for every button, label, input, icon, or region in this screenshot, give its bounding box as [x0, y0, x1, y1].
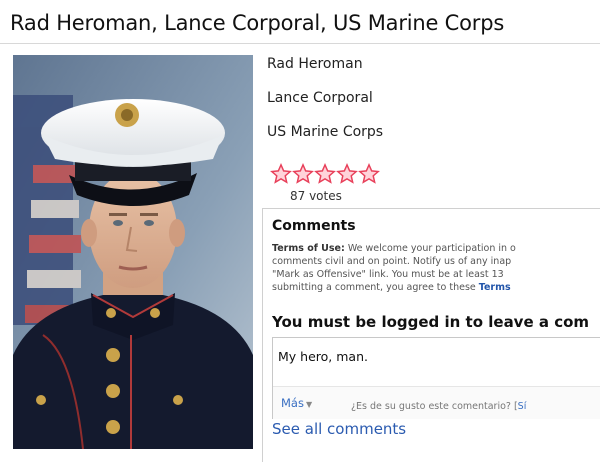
comments-panel: Comments Terms of Use: We welcome your p…	[262, 208, 600, 462]
terms-line-3: "Mark as Offensive" link. You must be at…	[272, 269, 504, 280]
more-label: Más	[281, 396, 304, 410]
terms-label: Terms of Use:	[272, 243, 345, 254]
star-icon[interactable]	[314, 163, 336, 185]
star-icon[interactable]	[270, 163, 292, 185]
like-prompt: ¿Es de su gusto este comentario? [Sí	[351, 401, 526, 412]
like-yes-link[interactable]: Sí	[518, 401, 527, 412]
comment-entry[interactable]: My hero, man. Más ▼ ¿Es de su gusto este …	[272, 337, 600, 419]
terms-line-4: submitting a comment, you agree to these	[272, 282, 479, 293]
star-icon[interactable]	[358, 163, 380, 185]
like-question: ¿Es de su gusto este comentario? [	[351, 401, 518, 412]
terms-of-use: Terms of Use: We welcome your participat…	[272, 242, 600, 294]
login-required-message: You must be logged in to leave a com	[272, 313, 590, 331]
more-menu-button[interactable]: Más ▼	[281, 396, 312, 410]
rating-stars[interactable]	[270, 163, 380, 185]
page-title: Rad Heroman, Lance Corporal, US Marine C…	[10, 11, 505, 35]
profile-branch: US Marine Corps	[267, 124, 384, 140]
comments-heading: Comments	[272, 218, 356, 234]
terms-line-2: comments civil and on point. Notify us o…	[272, 256, 512, 267]
profile-photo	[13, 55, 253, 449]
terms-line-1: We welcome your participation in o	[344, 243, 516, 254]
comment-text: My hero, man.	[278, 349, 368, 364]
title-divider	[0, 43, 600, 44]
see-all-comments-link[interactable]: See all comments	[272, 420, 406, 438]
terms-link[interactable]: Terms	[479, 282, 511, 293]
chevron-down-icon: ▼	[305, 400, 313, 409]
vote-count: 87 votes	[290, 189, 342, 203]
profile-name: Rad Heroman	[267, 56, 363, 72]
profile-rank: Lance Corporal	[267, 90, 373, 106]
comment-toolbar: Más ▼ ¿Es de su gusto este comentario? [S…	[273, 386, 600, 419]
star-icon[interactable]	[336, 163, 358, 185]
star-icon[interactable]	[292, 163, 314, 185]
